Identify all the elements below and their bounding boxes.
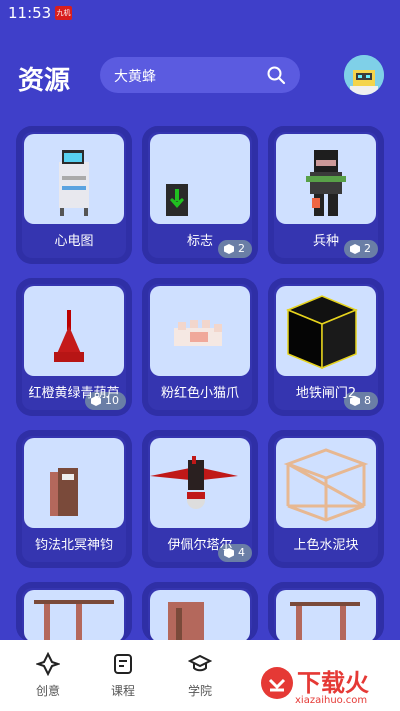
resource-card[interactable]: 10 红橙黄绿青葫芦: [16, 278, 132, 416]
resource-card[interactable]: 2 兵种: [268, 126, 384, 264]
tab-label: 课程: [110, 684, 135, 698]
search-icon[interactable]: [266, 65, 286, 85]
resource-label: 标志: [186, 234, 213, 249]
watermark-logo-icon: [261, 667, 293, 699]
resource-label: 红橙黄绿青葫芦: [28, 386, 120, 401]
resource-thumbnail: [150, 286, 250, 376]
resource-label: 粉红色小猫爪: [160, 386, 239, 401]
resource-label: 钧法北冥神钧: [34, 538, 113, 553]
watermark-title: 下载火: [297, 669, 369, 697]
resource-card[interactable]: 粉红色小猫爪: [142, 278, 258, 416]
sparkle-icon: [36, 652, 60, 676]
resource-thumbnail: [276, 590, 376, 642]
notification-badge: 九机: [55, 6, 72, 20]
page-title: 资源: [18, 66, 71, 96]
search-input[interactable]: 大黄蜂: [100, 57, 300, 93]
watermark-url: xiazaihuo.com: [295, 695, 368, 706]
resource-thumbnail: [24, 134, 124, 224]
resource-thumbnail: [24, 590, 124, 642]
resource-label: 兵种: [312, 234, 339, 249]
status-bar: 11:53 九机: [0, 0, 400, 28]
resource-card[interactable]: 4 伊佩尔塔尔: [142, 430, 258, 568]
tab-label: 学院: [187, 684, 212, 698]
resource-thumbnail: [276, 286, 376, 376]
clock-time: 11:53: [8, 4, 52, 22]
tab-academy[interactable]: 学院: [170, 650, 230, 700]
tab-creative[interactable]: 创意: [18, 650, 78, 700]
resource-label: 心电图: [54, 234, 94, 249]
resource-thumbnail: [150, 438, 250, 528]
tab-label: 创意: [35, 684, 60, 698]
resource-thumbnail: [24, 286, 124, 376]
resource-label: 伊佩尔塔尔: [167, 538, 233, 553]
document-icon: [114, 654, 132, 674]
resource-card[interactable]: 钧法北冥神钧: [16, 430, 132, 568]
resource-card[interactable]: 2 标志: [142, 126, 258, 264]
search-query: 大黄蜂: [114, 69, 156, 85]
avatar[interactable]: [344, 55, 384, 95]
resource-thumbnail: [24, 438, 124, 528]
resource-card[interactable]: 上色水泥块: [268, 430, 384, 568]
resource-thumbnail: [276, 438, 376, 528]
resource-card[interactable]: [142, 582, 258, 642]
resource-thumbnail: [150, 134, 250, 224]
graduation-cap-icon: [188, 654, 212, 672]
resource-label: 地铁闸门2: [295, 386, 357, 401]
resource-card[interactable]: 心电图: [16, 126, 132, 264]
resource-label: 上色水泥块: [293, 538, 359, 553]
resource-card[interactable]: [16, 582, 132, 642]
watermark: 下载火 xiazaihuo.com: [255, 657, 400, 711]
tab-courses[interactable]: 课程: [93, 650, 153, 700]
resource-thumbnail: [150, 590, 250, 642]
resource-card[interactable]: 8 地铁闸门2: [268, 278, 384, 416]
resource-card[interactable]: [268, 582, 384, 642]
resource-thumbnail: [276, 134, 376, 224]
